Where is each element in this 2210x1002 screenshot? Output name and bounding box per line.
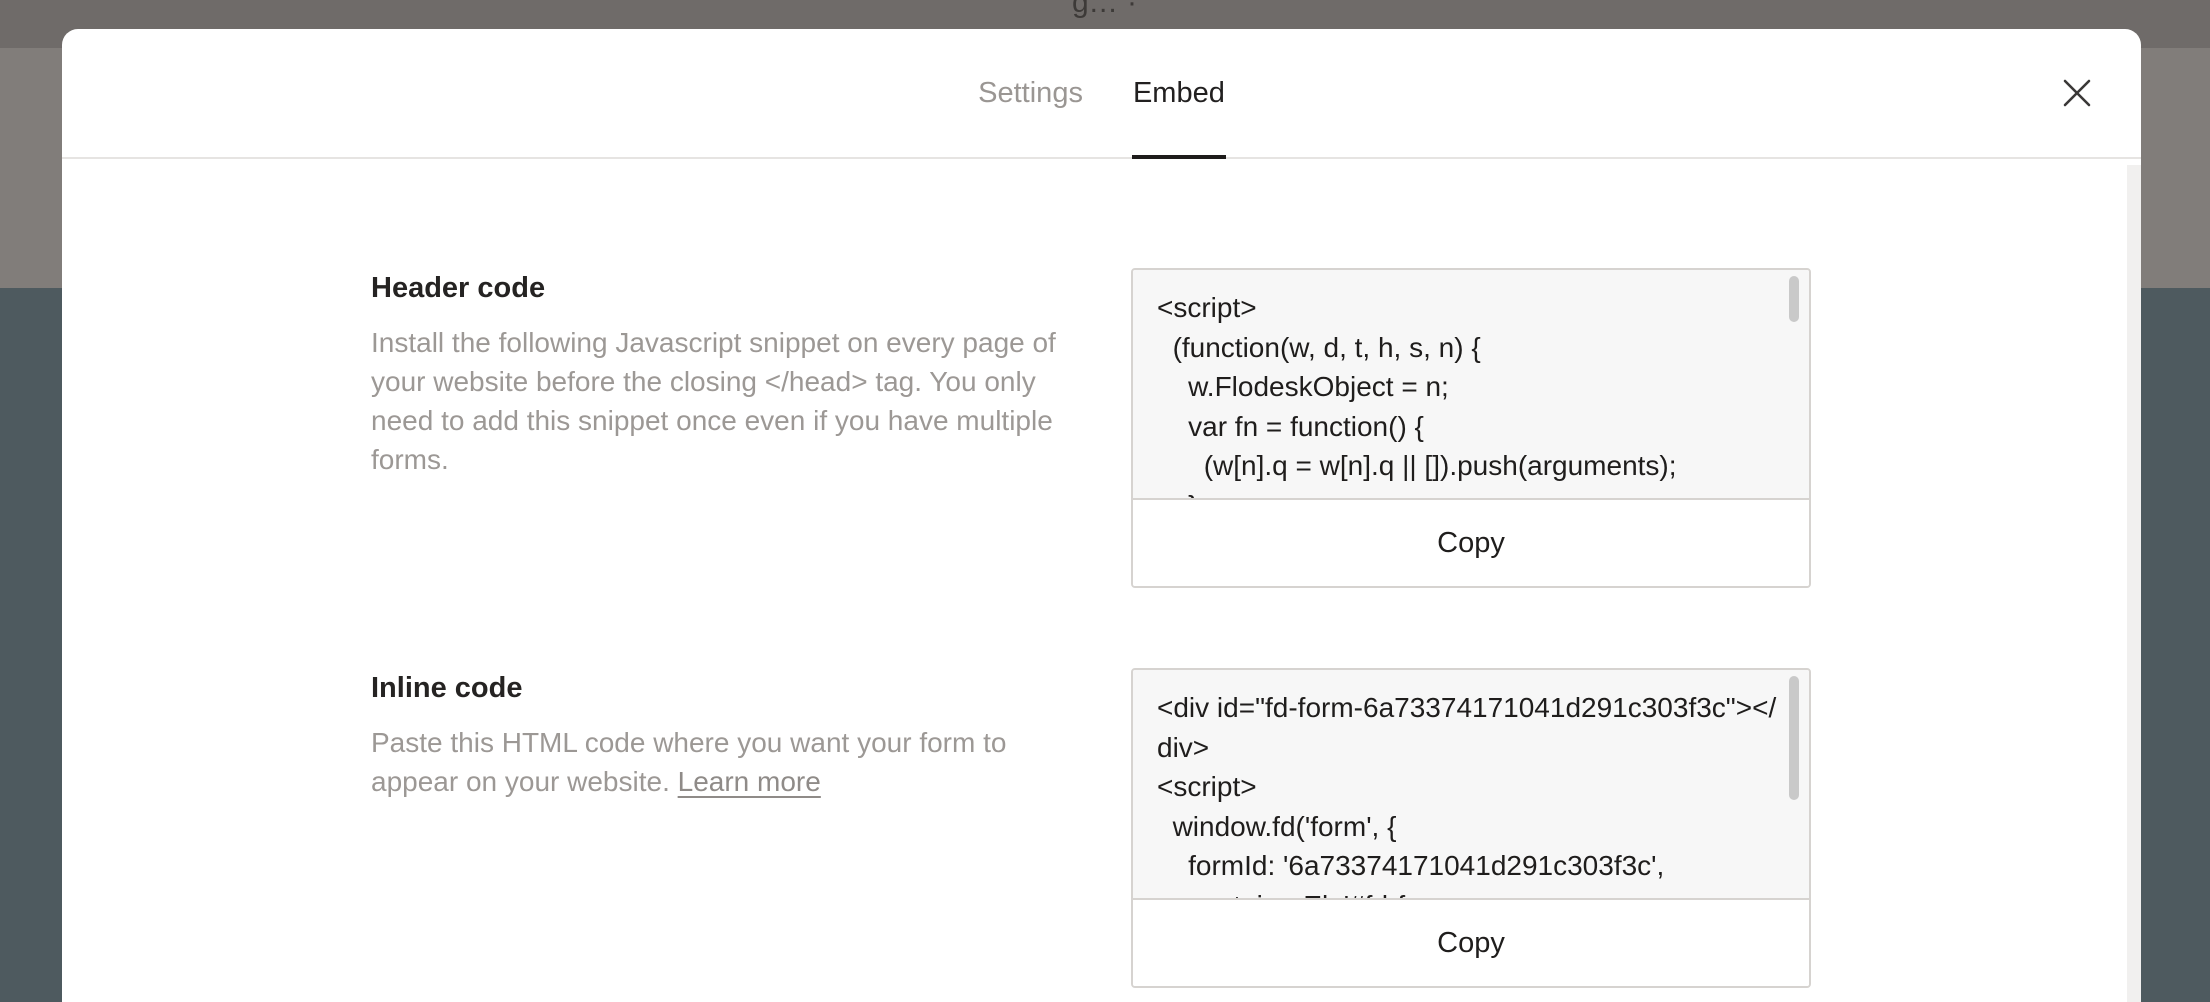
header-code-scrollbar[interactable]	[1789, 276, 1799, 322]
inline-code-scrollbar[interactable]	[1789, 676, 1799, 800]
modal-header: Settings Embed	[62, 29, 2141, 159]
inline-code-description: Paste this HTML code where you want your…	[371, 723, 1071, 801]
embed-modal: Settings Embed Header code Install the f…	[62, 29, 2141, 1002]
inline-code-title: Inline code	[371, 672, 523, 704]
inline-code-copy-button[interactable]: Copy	[1133, 898, 1809, 986]
inline-code-snippet: <div id="fd-form-6a73374171041d291c303f3…	[1157, 692, 1777, 898]
inline-code-section: Inline code Paste this HTML code where y…	[371, 672, 1071, 801]
modal-tabs: Settings Embed	[62, 29, 2141, 159]
modal-body: Header code Install the following Javasc…	[62, 159, 2141, 1002]
header-code-area[interactable]: <script> (function(w, d, t, h, s, n) { w…	[1133, 270, 1809, 498]
inline-code-area[interactable]: <div id="fd-form-6a73374171041d291c303f3…	[1133, 670, 1809, 898]
header-code-copy-button[interactable]: Copy	[1133, 498, 1809, 586]
close-icon	[2063, 79, 2091, 107]
tab-embed[interactable]: Embed	[1131, 29, 1226, 159]
header-code-title: Header code	[371, 272, 546, 304]
inline-code-box: <div id="fd-form-6a73374171041d291c303f3…	[1131, 668, 1811, 988]
header-code-box: <script> (function(w, d, t, h, s, n) { w…	[1131, 268, 1811, 588]
background-top-text: g... ·	[1071, 0, 1138, 19]
modal-scrollbar[interactable]	[2127, 165, 2141, 1002]
header-code-section: Header code Install the following Javasc…	[371, 272, 1071, 479]
tab-settings[interactable]: Settings	[977, 29, 1084, 157]
close-button[interactable]	[2057, 73, 2097, 113]
learn-more-link[interactable]: Learn more	[678, 766, 821, 797]
header-code-snippet: <script> (function(w, d, t, h, s, n) { w…	[1157, 292, 1677, 498]
header-code-description: Install the following Javascript snippet…	[371, 327, 1056, 475]
